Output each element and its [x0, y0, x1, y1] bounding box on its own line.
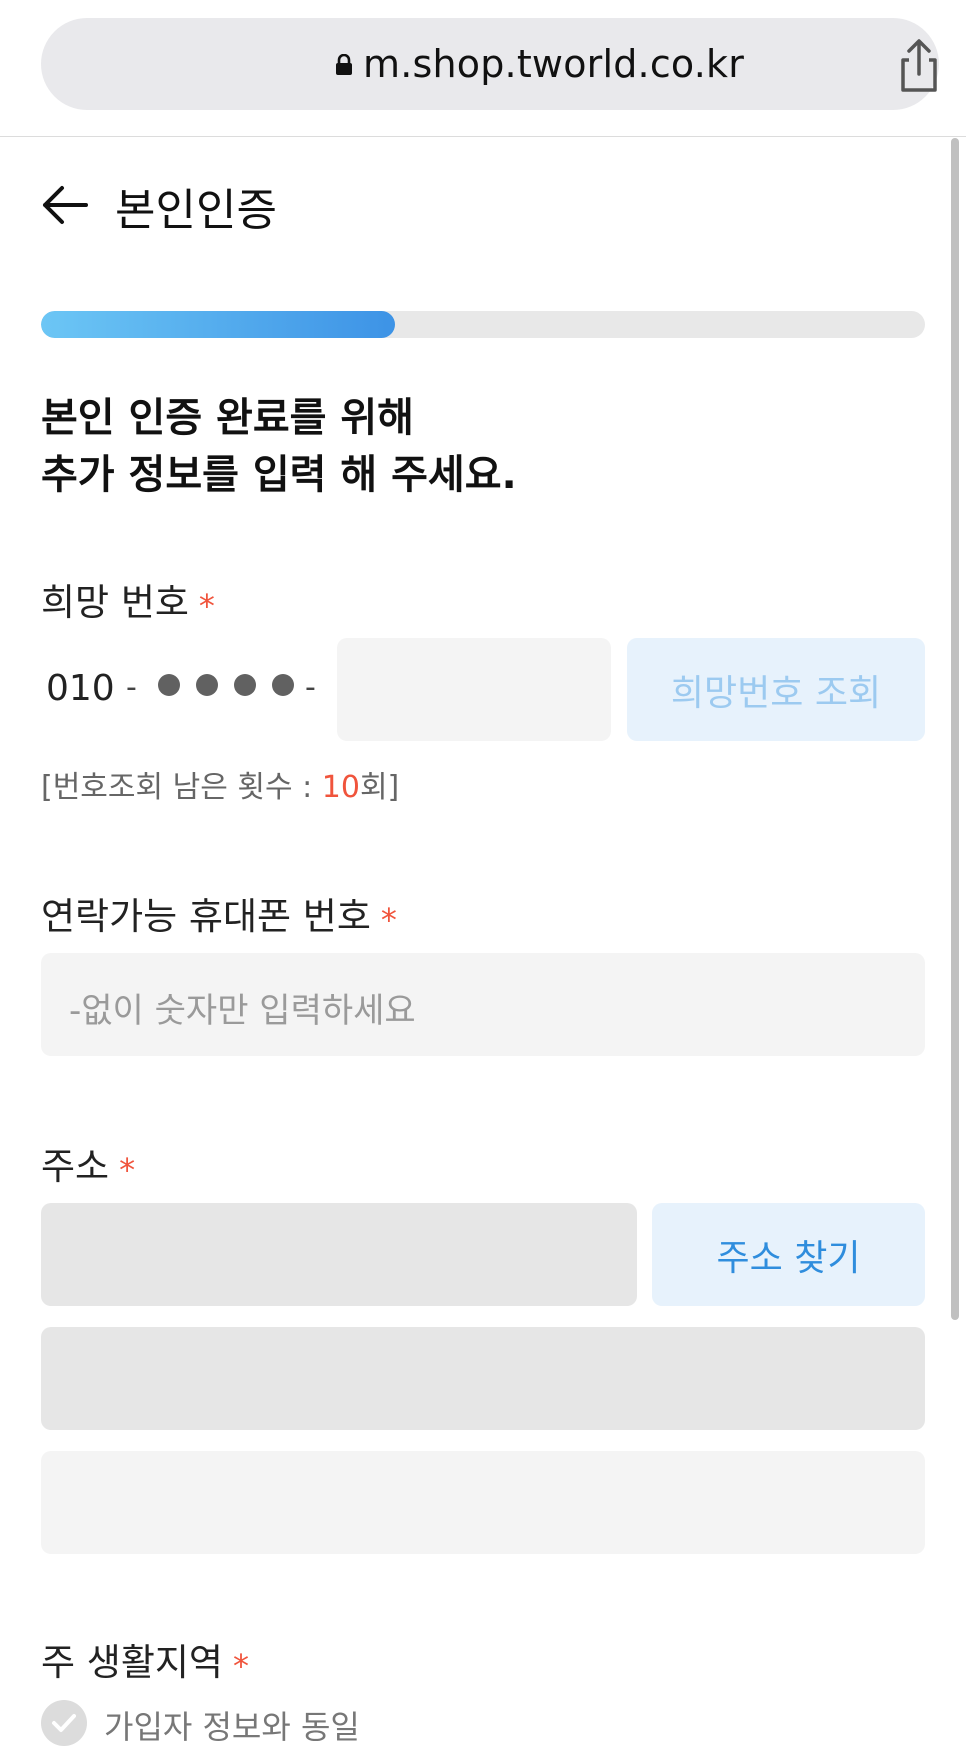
- remaining-count: 10: [321, 770, 360, 805]
- required-mark: *: [198, 587, 215, 625]
- arrow-left-icon[interactable]: [40, 180, 90, 230]
- required-mark: *: [380, 901, 397, 939]
- page-header: 본인인증: [0, 150, 966, 260]
- lock-icon: [336, 54, 352, 75]
- progress-bar: [41, 311, 925, 338]
- mask-dot: [272, 674, 294, 696]
- page-title: 본인인증: [115, 185, 277, 236]
- postal-code-field: [41, 1203, 637, 1306]
- mask-dot: [196, 674, 218, 696]
- desired-number-label: 희망 번호 *: [41, 581, 215, 625]
- mask-dot: [234, 674, 256, 696]
- masked-middle-digits: [158, 674, 294, 696]
- desired-number-search-button[interactable]: 희망번호 조회: [627, 638, 925, 741]
- address-detail-input[interactable]: [41, 1451, 925, 1554]
- living-region-label: 주 생활지역 *: [41, 1641, 249, 1685]
- contact-phone-label: 연락가능 휴대폰 번호 *: [41, 895, 397, 939]
- required-mark: *: [232, 1647, 249, 1685]
- instruction-heading: 본인 인증 완료를 위해 추가 정보를 입력 해 주세요.: [41, 390, 517, 504]
- contact-phone-input[interactable]: -없이 숫자만 입력하세요: [41, 953, 925, 1056]
- desired-number-input[interactable]: [337, 638, 611, 741]
- address-line-1-field: [41, 1327, 925, 1430]
- search-count-hint: [번호조회 남은 횟수 : 10회]: [41, 770, 400, 805]
- contact-phone-placeholder: -없이 숫자만 입력하세요: [69, 991, 416, 1031]
- same-as-subscriber-checkbox[interactable]: [41, 1700, 87, 1746]
- heading-line-2: 추가 정보를 입력 해 주세요.: [41, 452, 517, 498]
- dash-2: -: [305, 670, 316, 705]
- dash-1: -: [126, 670, 137, 705]
- address-search-button[interactable]: 주소 찾기: [652, 1203, 925, 1306]
- phone-prefix: 010: [46, 668, 115, 709]
- same-as-subscriber-label[interactable]: 가입자 정보와 동일: [104, 1702, 360, 1748]
- required-mark: *: [119, 1151, 136, 1189]
- scrollbar[interactable]: [951, 138, 959, 1320]
- progress-fill: [41, 311, 395, 338]
- address-label: 주소 *: [41, 1145, 136, 1189]
- heading-line-1: 본인 인증 완료를 위해: [41, 395, 414, 441]
- mask-dot: [158, 674, 180, 696]
- check-icon: [52, 1714, 76, 1732]
- url-text[interactable]: m.shop.tworld.co.kr: [363, 42, 744, 86]
- browser-toolbar: m.shop.tworld.co.kr: [0, 0, 966, 137]
- share-icon[interactable]: [893, 38, 945, 94]
- address-bar[interactable]: m.shop.tworld.co.kr: [41, 18, 939, 110]
